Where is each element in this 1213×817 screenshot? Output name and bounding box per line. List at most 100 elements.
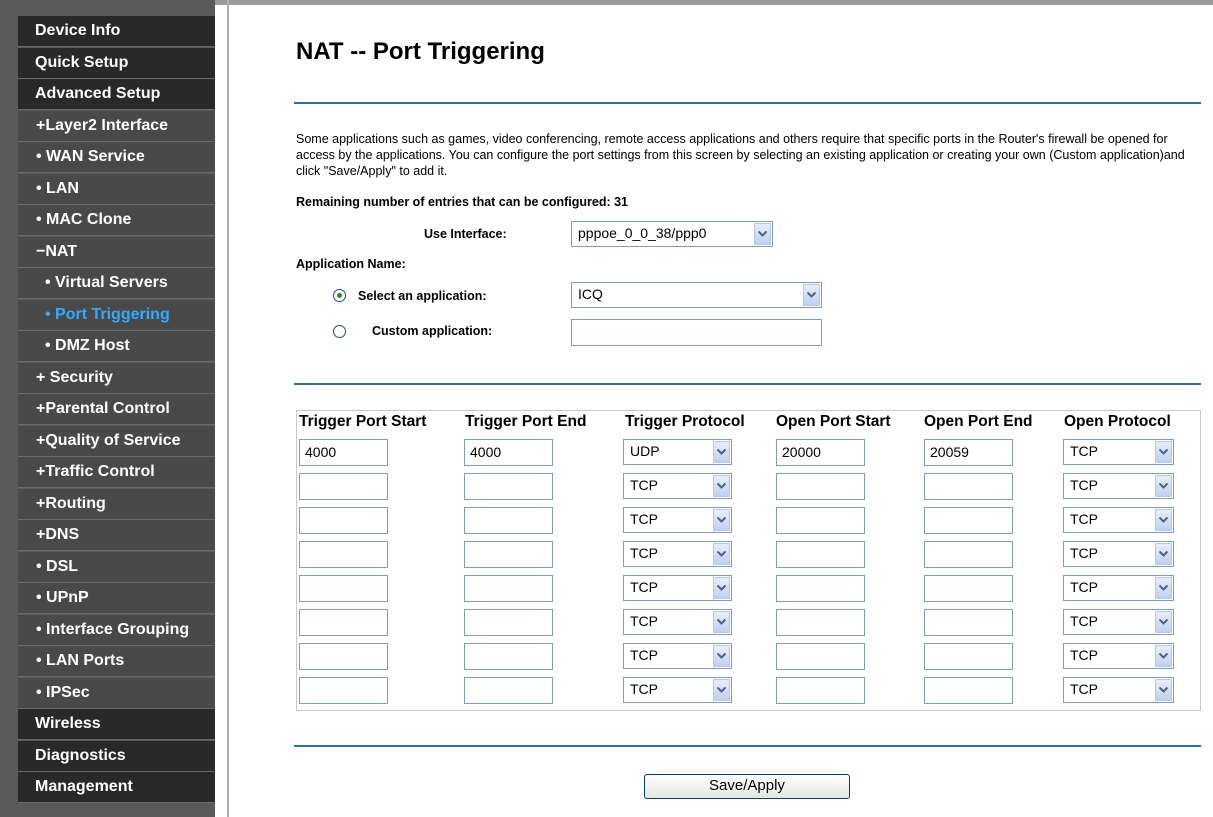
trigger-port-start-input[interactable]: 4000 [299,439,388,466]
protocol-value: TCP [1070,613,1098,629]
open-protocol-select[interactable]: TCP [1063,677,1174,703]
trigger-protocol-select[interactable]: TCP [623,473,732,499]
top-border [215,0,1213,5]
open-port-end-input[interactable] [924,473,1013,500]
save-apply-button[interactable]: Save/Apply [644,774,850,799]
select-app-dropdown[interactable]: ICQ [571,282,822,308]
trigger-protocol-select[interactable]: TCP [623,541,732,567]
sidebar-item-2[interactable]: Advanced Setup [18,79,215,110]
chevron-down-icon [713,509,730,531]
trigger-port-start-input[interactable] [299,677,388,704]
protocol-value: TCP [1070,511,1098,527]
open-port-end-input[interactable] [924,575,1013,602]
chevron-down-icon [1155,441,1172,463]
open-protocol-select[interactable]: TCP [1063,439,1174,465]
trigger-port-end-input[interactable] [464,643,553,670]
open-port-end-input[interactable] [924,677,1013,704]
trigger-port-end-input[interactable] [464,507,553,534]
open-protocol-select[interactable]: TCP [1063,575,1174,601]
open-port-start-input[interactable] [776,507,865,534]
sidebar-item-1[interactable]: Quick Setup [18,47,215,79]
sidebar-item-14[interactable]: +Traffic Control [18,457,215,488]
open-port-start-input[interactable] [776,609,865,636]
sidebar-item-5[interactable]: • LAN [18,173,215,205]
sidebar-item-21[interactable]: • IPSec [18,677,215,709]
protocol-value: TCP [630,545,658,561]
open-port-end-input[interactable] [924,541,1013,568]
protocol-value: TCP [1070,477,1098,493]
sidebar-item-0[interactable]: Device Info [18,16,215,47]
sidebar-item-10[interactable]: • DMZ Host [18,331,215,362]
trigger-port-end-input[interactable]: 4000 [464,439,553,466]
chevron-down-icon [1155,679,1172,701]
sidebar-item-12[interactable]: +Parental Control [18,394,215,425]
radio-checked-dot [337,293,342,298]
application-name-label: Application Name: [296,257,406,271]
open-protocol-select[interactable]: TCP [1063,507,1174,533]
open-protocol-select[interactable]: TCP [1063,643,1174,669]
chevron-down-icon [1155,577,1172,599]
open-port-end-input[interactable] [924,609,1013,636]
open-protocol-select[interactable]: TCP [1063,609,1174,635]
trigger-port-start-input[interactable] [299,575,388,602]
open-port-start-input[interactable] [776,643,865,670]
trigger-port-end-input[interactable] [464,677,553,704]
sidebar-item-20[interactable]: • LAN Ports [18,646,215,677]
sidebar-item-17[interactable]: • DSL [18,551,215,583]
sidebar-item-19[interactable]: • Interface Grouping [18,614,215,646]
use-interface-value: pppoe_0_0_38/ppp0 [578,225,707,241]
sidebar-item-24[interactable]: Management [18,772,215,803]
sidebar-item-7[interactable]: −NAT [18,236,215,268]
open-port-start-input[interactable] [776,575,865,602]
sidebar-item-11[interactable]: + Security [18,362,215,394]
open-protocol-select[interactable]: TCP [1063,473,1174,499]
sidebar-item-23[interactable]: Diagnostics [18,740,215,772]
trigger-protocol-select[interactable]: TCP [623,609,732,635]
sidebar-item-22[interactable]: Wireless [18,709,215,740]
open-port-end-input[interactable]: 20059 [924,439,1013,466]
trigger-port-start-input[interactable] [299,541,388,568]
sidebar-item-9[interactable]: • Port Triggering [18,299,215,331]
sidebar-item-18[interactable]: • UPnP [18,583,215,614]
select-app-value: ICQ [578,286,603,302]
chevron-down-icon [1155,543,1172,565]
open-port-start-input[interactable] [776,473,865,500]
trigger-port-start-input[interactable] [299,643,388,670]
trigger-protocol-select[interactable]: UDP [623,439,732,465]
trigger-port-start-input[interactable] [299,609,388,636]
header-open-protocol: Open Protocol [1064,413,1171,430]
open-port-end-input[interactable] [924,507,1013,534]
remaining-entries: Remaining number of entries that can be … [296,195,628,209]
custom-app-radio[interactable] [333,325,346,338]
trigger-port-end-input[interactable] [464,575,553,602]
protocol-value: TCP [630,647,658,663]
sidebar-item-16[interactable]: +DNS [18,520,215,551]
trigger-protocol-select[interactable]: TCP [623,677,732,703]
open-protocol-select[interactable]: TCP [1063,541,1174,567]
sidebar-item-13[interactable]: +Quality of Service [18,425,215,457]
custom-app-input[interactable] [571,319,822,346]
trigger-port-start-input[interactable] [299,473,388,500]
sidebar-item-15[interactable]: +Routing [18,488,215,520]
trigger-protocol-select[interactable]: TCP [623,643,732,669]
protocol-value: TCP [1070,647,1098,663]
sidebar-item-3[interactable]: +Layer2 Interface [18,110,215,142]
sidebar-item-4[interactable]: • WAN Service [18,142,215,173]
open-port-start-input[interactable] [776,677,865,704]
use-interface-select[interactable]: pppoe_0_0_38/ppp0 [571,221,773,247]
open-port-end-input[interactable] [924,643,1013,670]
open-port-start-input[interactable] [776,541,865,568]
sidebar-item-8[interactable]: • Virtual Servers [18,268,215,299]
trigger-protocol-select[interactable]: TCP [623,507,732,533]
sidebar-item-6[interactable]: • MAC Clone [18,205,215,236]
trigger-port-end-input[interactable] [464,609,553,636]
chevron-down-icon [713,475,730,497]
trigger-port-start-input[interactable] [299,507,388,534]
trigger-port-end-input[interactable] [464,541,553,568]
open-port-start-input[interactable]: 20000 [776,439,865,466]
chevron-down-icon [803,284,820,306]
select-app-radio[interactable] [333,289,346,302]
trigger-protocol-select[interactable]: TCP [623,575,732,601]
protocol-value: TCP [630,681,658,697]
trigger-port-end-input[interactable] [464,473,553,500]
